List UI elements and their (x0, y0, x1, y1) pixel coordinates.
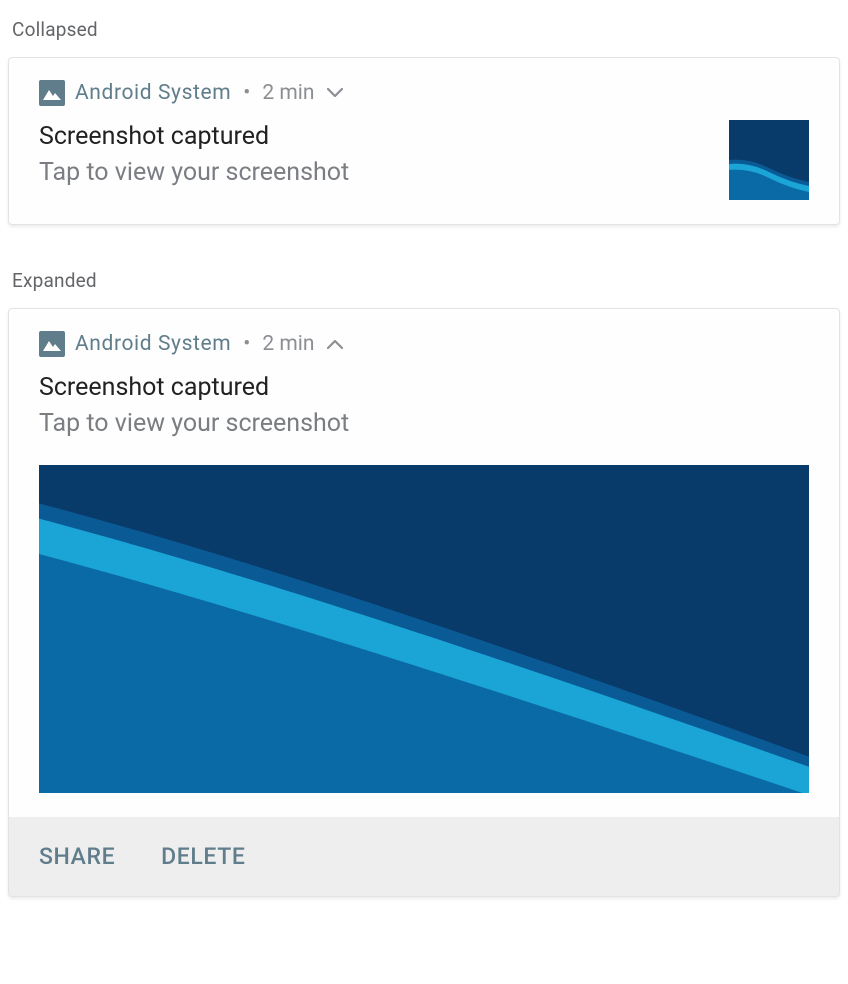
notification-header: Android System • 2 min (39, 80, 809, 106)
action-bar: SHARE DELETE (9, 817, 839, 896)
timestamp: 2 min (262, 332, 314, 356)
screenshot-thumbnail (729, 120, 809, 200)
separator: • (243, 332, 250, 356)
notification-body: Tap to view your screenshot (39, 156, 713, 190)
notification-card-collapsed[interactable]: Android System • 2 min Screenshot captur… (8, 57, 840, 225)
landscape-icon (39, 80, 65, 106)
notification-body: Tap to view your screenshot (39, 407, 809, 441)
notification-title: Screenshot captured (39, 120, 713, 154)
delete-button[interactable]: DELETE (161, 843, 245, 870)
chevron-down-icon[interactable] (327, 88, 343, 98)
app-name: Android System (75, 81, 231, 105)
section-label-expanded: Expanded (12, 269, 836, 292)
app-name: Android System (75, 332, 231, 356)
section-label-collapsed: Collapsed (12, 18, 836, 41)
screenshot-image (39, 465, 809, 793)
share-button[interactable]: SHARE (39, 843, 115, 870)
separator: • (243, 81, 250, 105)
timestamp: 2 min (262, 81, 314, 105)
notification-card-expanded[interactable]: Android System • 2 min Screenshot captur… (8, 308, 840, 897)
notification-header: Android System • 2 min (39, 331, 809, 357)
chevron-up-icon[interactable] (327, 339, 343, 349)
landscape-icon (39, 331, 65, 357)
notification-title: Screenshot captured (39, 371, 809, 405)
